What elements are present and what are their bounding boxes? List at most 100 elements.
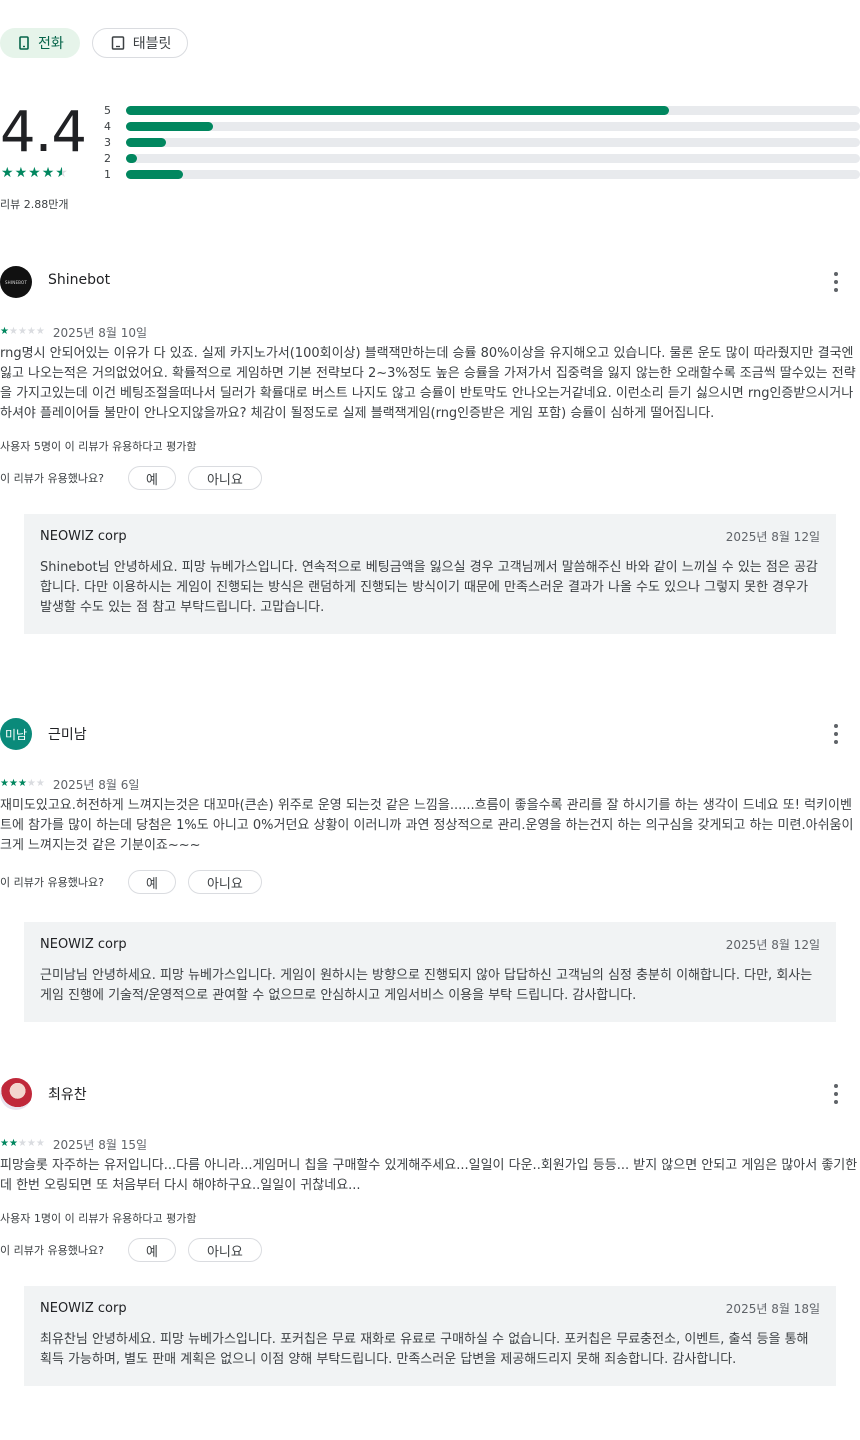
star-filled-icon: ★ — [0, 1138, 9, 1149]
histogram-label: 2 — [104, 151, 111, 165]
star-filled-icon: ★ — [8, 1138, 18, 1149]
tablet-icon — [111, 36, 125, 50]
more-options-icon[interactable] — [832, 272, 840, 292]
avatar — [0, 1078, 32, 1110]
helpful-question: 이 리뷰가 유용했나요? — [0, 472, 104, 485]
tab-tablet-label: 태블릿 — [132, 36, 172, 52]
review-date: 2025년 8월 10일 — [52, 325, 148, 340]
review-card: SHINEBOT Shinebot ★ ★ ★ ★ ★ 2025년 8월 10일 rng… — [0, 266, 860, 634]
reply-text: Shinebot님 안녕하세요. 피망 뉴베가스입니다. 연속적으로 베팅금액을… — [40, 560, 818, 615]
rating-histogram: 5 4 3 2 1 — [104, 102, 860, 182]
tab-tablet[interactable]: 태블릿 — [91, 28, 189, 58]
developer-reply: NEOWIZ corp 2025년 8월 18일 최유찬님 안녕하세요. 피망 … — [24, 1286, 836, 1386]
review-text: 재미도있고요.허전하게 느껴지는것은 대꼬마(큰손) 위주로 운영 되는것 같은… — [0, 798, 854, 853]
star-empty-icon: ★ — [26, 326, 36, 337]
star-empty-icon: ★ — [17, 1138, 27, 1149]
reply-text: 최유찬님 안녕하세요. 피망 뉴베가스입니다. 포커칩은 무료 재화로 유료로 … — [40, 1332, 809, 1367]
helpful-no-button[interactable]: 아니요 — [187, 466, 262, 490]
developer-reply: NEOWIZ corp 2025년 8월 12일 근미남님 안녕하세요. 피망 … — [24, 922, 836, 1022]
histogram-row: 4 — [104, 118, 860, 134]
star-icon: ★ — [1, 165, 14, 181]
developer-name: NEOWIZ corp — [40, 528, 127, 544]
review-text: 피망슬롯 자주하는 유저입니다...다름 아니라...게임머니 칩을 구매할수 … — [0, 1158, 858, 1193]
reply-date: 2025년 8월 12일 — [725, 937, 820, 952]
review-text: rng명시 안되어있는 이유가 다 있죠. 실제 카지노가서(100회이상) 블… — [0, 346, 856, 421]
review-author: 근미남 — [48, 727, 87, 743]
review-meta: ★ ★ ★ ★ ★ 2025년 8월 15일 — [0, 1136, 860, 1152]
histogram-track — [126, 153, 860, 163]
histogram-track — [126, 137, 860, 147]
histogram-bar — [126, 169, 183, 179]
helpful-yes-button[interactable]: 예 — [127, 1238, 176, 1262]
helpful-no-button[interactable]: 아니요 — [187, 1238, 262, 1262]
review-count: 리뷰 2.88만개 — [0, 198, 69, 211]
star-empty-icon: ★ — [35, 1138, 45, 1149]
star-icon: ★ — [41, 165, 55, 181]
avatar-text: SHINEBOT — [4, 279, 28, 285]
histogram-label: 1 — [104, 167, 111, 181]
developer-reply: NEOWIZ corp 2025년 8월 12일 Shinebot님 안녕하세요… — [24, 514, 836, 634]
star-empty-icon: ★ — [35, 326, 45, 337]
star-icon: ★ — [28, 165, 41, 181]
histogram-track — [126, 105, 860, 115]
review-stars: ★ ★ ★ ★ ★ — [0, 779, 45, 789]
histogram-track — [126, 121, 860, 131]
review-header: 최유찬 — [0, 1078, 860, 1110]
helpful-question: 이 리뷰가 유용했나요? — [0, 1244, 104, 1257]
avatar: 미남 — [0, 718, 32, 750]
reply-date: 2025년 8월 18일 — [725, 1301, 820, 1316]
review-author: 최유찬 — [48, 1087, 87, 1103]
histogram-bar — [126, 137, 167, 147]
star-empty-icon: ★ — [26, 778, 36, 789]
star-empty-icon: ★ — [17, 326, 27, 337]
histogram-bar — [126, 121, 213, 131]
reply-header: NEOWIZ corp 2025년 8월 12일 — [40, 936, 820, 952]
device-filter: 전화 태블릿 — [0, 28, 189, 58]
tab-phone[interactable]: 전화 — [0, 28, 80, 58]
half-star-icon: ★ — [55, 165, 68, 181]
review-card: 미남 근미남 ★ ★ ★ ★ ★ 2025년 8월 6일 재미도있고요.허전하게 느껴지… — [0, 718, 860, 1022]
review-header: 미남 근미남 — [0, 718, 860, 750]
review-header: SHINEBOT Shinebot — [0, 266, 860, 298]
reply-date: 2025년 8월 12일 — [725, 529, 820, 544]
review-meta: ★ ★ ★ ★ ★ 2025년 8월 10일 — [0, 324, 860, 340]
review-date: 2025년 8월 6일 — [52, 777, 140, 792]
avatar: SHINEBOT — [0, 266, 32, 298]
review-card: 최유찬 ★ ★ ★ ★ ★ 2025년 8월 15일 피망슬롯 자주하는 유저입니다..… — [0, 1078, 860, 1386]
star-empty-icon: ★ — [26, 1138, 36, 1149]
helpful-row: 이 리뷰가 유용했나요? 예 아니요 — [0, 466, 860, 490]
star-filled-icon: ★ — [0, 326, 9, 337]
star-filled-icon: ★ — [8, 778, 18, 789]
histogram-row: 1 — [104, 166, 860, 182]
histogram-row: 3 — [104, 134, 860, 150]
helpful-yes-button[interactable]: 예 — [127, 870, 176, 894]
tab-phone-label: 전화 — [38, 36, 64, 52]
review-meta: ★ ★ ★ ★ ★ 2025년 8월 6일 — [0, 776, 860, 792]
star-empty-icon: ★ — [8, 326, 18, 337]
phone-icon — [19, 36, 29, 50]
helpful-row: 이 리뷰가 유용했나요? 예 아니요 — [0, 870, 860, 894]
histogram-label: 4 — [104, 119, 111, 133]
helpful-row: 이 리뷰가 유용했나요? 예 아니요 — [0, 1238, 860, 1262]
helpful-yes-button[interactable]: 예 — [127, 466, 176, 490]
histogram-bar — [126, 153, 137, 163]
star-filled-icon: ★ — [0, 778, 9, 789]
star-filled-icon: ★ — [17, 778, 27, 789]
developer-name: NEOWIZ corp — [40, 1300, 127, 1316]
developer-name: NEOWIZ corp — [40, 936, 127, 952]
star-icon: ★ — [14, 165, 28, 181]
helpful-count: 사용자 1명이 이 리뷰가 유용하다고 평가함 — [0, 1212, 197, 1225]
helpful-question: 이 리뷰가 유용했나요? — [0, 876, 104, 889]
avatar-text: 미남 — [4, 727, 28, 742]
review-date: 2025년 8월 15일 — [52, 1137, 148, 1152]
helpful-count: 사용자 5명이 이 리뷰가 유용하다고 평가함 — [0, 440, 197, 453]
average-stars: ★ ★ ★ ★ ★ — [1, 166, 68, 180]
histogram-row: 2 — [104, 150, 860, 166]
helpful-no-button[interactable]: 아니요 — [187, 870, 262, 894]
reply-header: NEOWIZ corp 2025년 8월 12일 — [40, 528, 820, 544]
histogram-label: 5 — [104, 103, 111, 117]
more-options-icon[interactable] — [832, 724, 840, 744]
star-empty-icon: ★ — [35, 778, 45, 789]
more-options-icon[interactable] — [832, 1084, 840, 1104]
histogram-bar — [126, 105, 670, 115]
